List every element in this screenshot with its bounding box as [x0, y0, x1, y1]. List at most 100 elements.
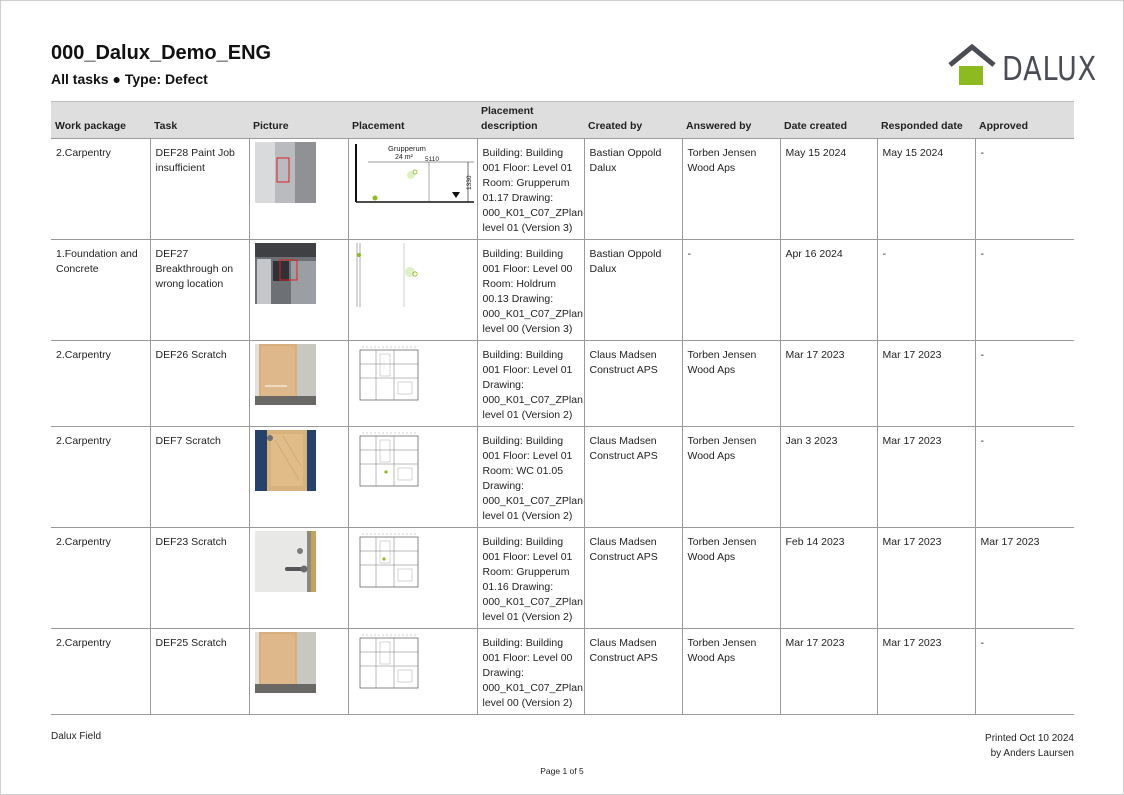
cell-placement — [347, 628, 477, 715]
cell-picture — [248, 239, 348, 341]
placement-plan-thumbnail[interactable] — [353, 430, 474, 494]
tasks-table: Work package Task Picture Placement Plac… — [51, 101, 1074, 715]
plan-width-dimension: 5110 — [425, 156, 439, 163]
defect-photo-thumbnail[interactable] — [254, 142, 316, 203]
cell-work-package: 2.Carpentry — [51, 628, 150, 715]
footer-print-info: Printed Oct 10 2024 by Anders Laursen — [985, 731, 1074, 761]
cell-approved: - — [974, 628, 1074, 715]
table-row[interactable]: 2.Carpentry DEF23 Scratch Building: Buil… — [51, 527, 1074, 629]
plan-room-area: 24 m² — [395, 154, 414, 161]
column-header-placement-description[interactable]: Placement description — [477, 101, 584, 139]
cell-responded-date: Mar 17 2023 — [876, 527, 975, 629]
plan-height-dimension: 1330 — [466, 175, 473, 190]
column-header-date-created[interactable]: Date created — [780, 101, 877, 139]
cell-placement: Grupperum 24 m² 5110 1330 — [347, 138, 477, 240]
cell-approved: - — [974, 138, 1074, 240]
cell-placement — [347, 426, 477, 528]
cell-date-created: Mar 17 2023 — [779, 628, 877, 715]
cell-placement-description: Building: Building 001 Floor: Level 01 R… — [476, 426, 584, 528]
footer-printed-date: Printed Oct 10 2024 — [985, 733, 1074, 744]
cell-placement-description: Building: Building 001 Floor: Level 01 R… — [476, 527, 584, 629]
report-filter-subtitle: All tasks ● Type: Defect — [51, 71, 208, 87]
column-header-responded-date[interactable]: Responded date — [877, 101, 975, 139]
cell-task[interactable]: DEF7 Scratch — [149, 426, 249, 528]
cell-task[interactable]: DEF25 Scratch — [149, 628, 249, 715]
cell-date-created: Feb 14 2023 — [779, 527, 877, 629]
cell-approved: Mar 17 2023 — [974, 527, 1074, 629]
page-number: Page 1 of 5 — [540, 766, 584, 776]
cell-placement-description: Building: Building 001 Floor: Level 00 R… — [476, 239, 584, 341]
column-header-approved[interactable]: Approved — [975, 101, 1074, 139]
column-header-answered-by[interactable]: Answered by — [682, 101, 780, 139]
cell-picture — [248, 138, 348, 240]
cell-approved: - — [974, 426, 1074, 528]
cell-placement — [347, 340, 477, 427]
cell-work-package: 2.Carpentry — [51, 340, 150, 427]
defect-photo-thumbnail[interactable] — [254, 243, 316, 304]
cell-responded-date: Mar 17 2023 — [876, 628, 975, 715]
cell-task[interactable]: DEF27 Breakthrough on wrong location — [149, 239, 249, 341]
table-row[interactable]: 2.Carpentry DEF28 Paint Job insufficient — [51, 138, 1074, 240]
cell-placement-description: Building: Building 001 Floor: Level 01 D… — [476, 340, 584, 427]
dalux-logo: DALUX — [947, 44, 1096, 88]
footer-printed-by: by Anders Laursen — [990, 748, 1074, 759]
cell-answered-by: - — [681, 239, 780, 341]
cell-created-by: Claus Madsen Construct APS — [583, 527, 682, 629]
cell-placement-description: Building: Building 001 Floor: Level 01 R… — [476, 138, 584, 240]
cell-created-by: Bastian Oppold Dalux — [583, 239, 682, 341]
footer-app-name: Dalux Field — [51, 731, 102, 742]
cell-placement — [347, 527, 477, 629]
column-header-task[interactable]: Task — [150, 101, 249, 139]
placement-plan-thumbnail[interactable] — [353, 344, 474, 408]
cell-placement-description: Building: Building 001 Floor: Level 00 D… — [476, 628, 584, 715]
cell-answered-by: Torben Jensen Wood Aps — [681, 426, 780, 528]
cell-task[interactable]: DEF28 Paint Job insufficient — [149, 138, 249, 240]
cell-work-package: 2.Carpentry — [51, 527, 150, 629]
cell-created-by: Claus Madsen Construct APS — [583, 340, 682, 427]
table-row[interactable]: 1.Foundation and Concrete DEF27 Breakthr… — [51, 239, 1074, 341]
defect-photo-thumbnail[interactable] — [254, 344, 316, 405]
cell-approved: - — [974, 340, 1074, 427]
cell-answered-by: Torben Jensen Wood Aps — [681, 340, 780, 427]
cell-responded-date: - — [876, 239, 975, 341]
column-header-placement[interactable]: Placement — [348, 101, 477, 139]
cell-task[interactable]: DEF26 Scratch — [149, 340, 249, 427]
cell-work-package: 1.Foundation and Concrete — [51, 239, 150, 341]
cell-placement — [347, 239, 477, 341]
cell-responded-date: Mar 17 2023 — [876, 340, 975, 427]
cell-approved: - — [974, 239, 1074, 341]
table-row[interactable]: 2.Carpentry DEF25 Scratch Building: Buil… — [51, 628, 1074, 715]
column-header-work-package[interactable]: Work package — [51, 101, 150, 139]
dalux-logo-text: DALUX — [1002, 49, 1098, 88]
placement-plan-thumbnail[interactable]: Grupperum 24 m² 5110 1330 — [353, 142, 474, 206]
cell-responded-date: Mar 17 2023 — [876, 426, 975, 528]
cell-created-by: Claus Madsen Construct APS — [583, 426, 682, 528]
cell-responded-date: May 15 2024 — [876, 138, 975, 240]
cell-work-package: 2.Carpentry — [51, 138, 150, 240]
table-row[interactable]: 2.Carpentry DEF7 Scratch Building: Build… — [51, 426, 1074, 528]
defect-photo-thumbnail[interactable] — [254, 632, 316, 693]
cell-answered-by: Torben Jensen Wood Aps — [681, 527, 780, 629]
cell-answered-by: Torben Jensen Wood Aps — [681, 138, 780, 240]
cell-picture — [248, 426, 348, 528]
defect-photo-thumbnail[interactable] — [254, 430, 316, 491]
cell-picture — [248, 527, 348, 629]
placement-plan-thumbnail[interactable] — [353, 632, 474, 696]
column-header-picture[interactable]: Picture — [249, 101, 348, 139]
cell-work-package: 2.Carpentry — [51, 426, 150, 528]
cell-answered-by: Torben Jensen Wood Aps — [681, 628, 780, 715]
cell-created-by: Claus Madsen Construct APS — [583, 628, 682, 715]
column-header-created-by[interactable]: Created by — [584, 101, 682, 139]
table-row[interactable]: 2.Carpentry DEF26 Scratch Building: Buil… — [51, 340, 1074, 427]
report-title: 000_Dalux_Demo_ENG — [51, 42, 272, 64]
dalux-house-icon — [948, 44, 996, 85]
table-header-row: Work package Task Picture Placement Plac… — [51, 101, 1074, 139]
cell-date-created: Apr 16 2024 — [779, 239, 877, 341]
cell-date-created: Jan 3 2023 — [779, 426, 877, 528]
defect-photo-thumbnail[interactable] — [254, 531, 316, 592]
cell-picture — [248, 628, 348, 715]
placement-plan-thumbnail[interactable] — [353, 243, 474, 307]
cell-task[interactable]: DEF23 Scratch — [149, 527, 249, 629]
placement-plan-thumbnail[interactable] — [353, 531, 474, 595]
cell-picture — [248, 340, 348, 427]
